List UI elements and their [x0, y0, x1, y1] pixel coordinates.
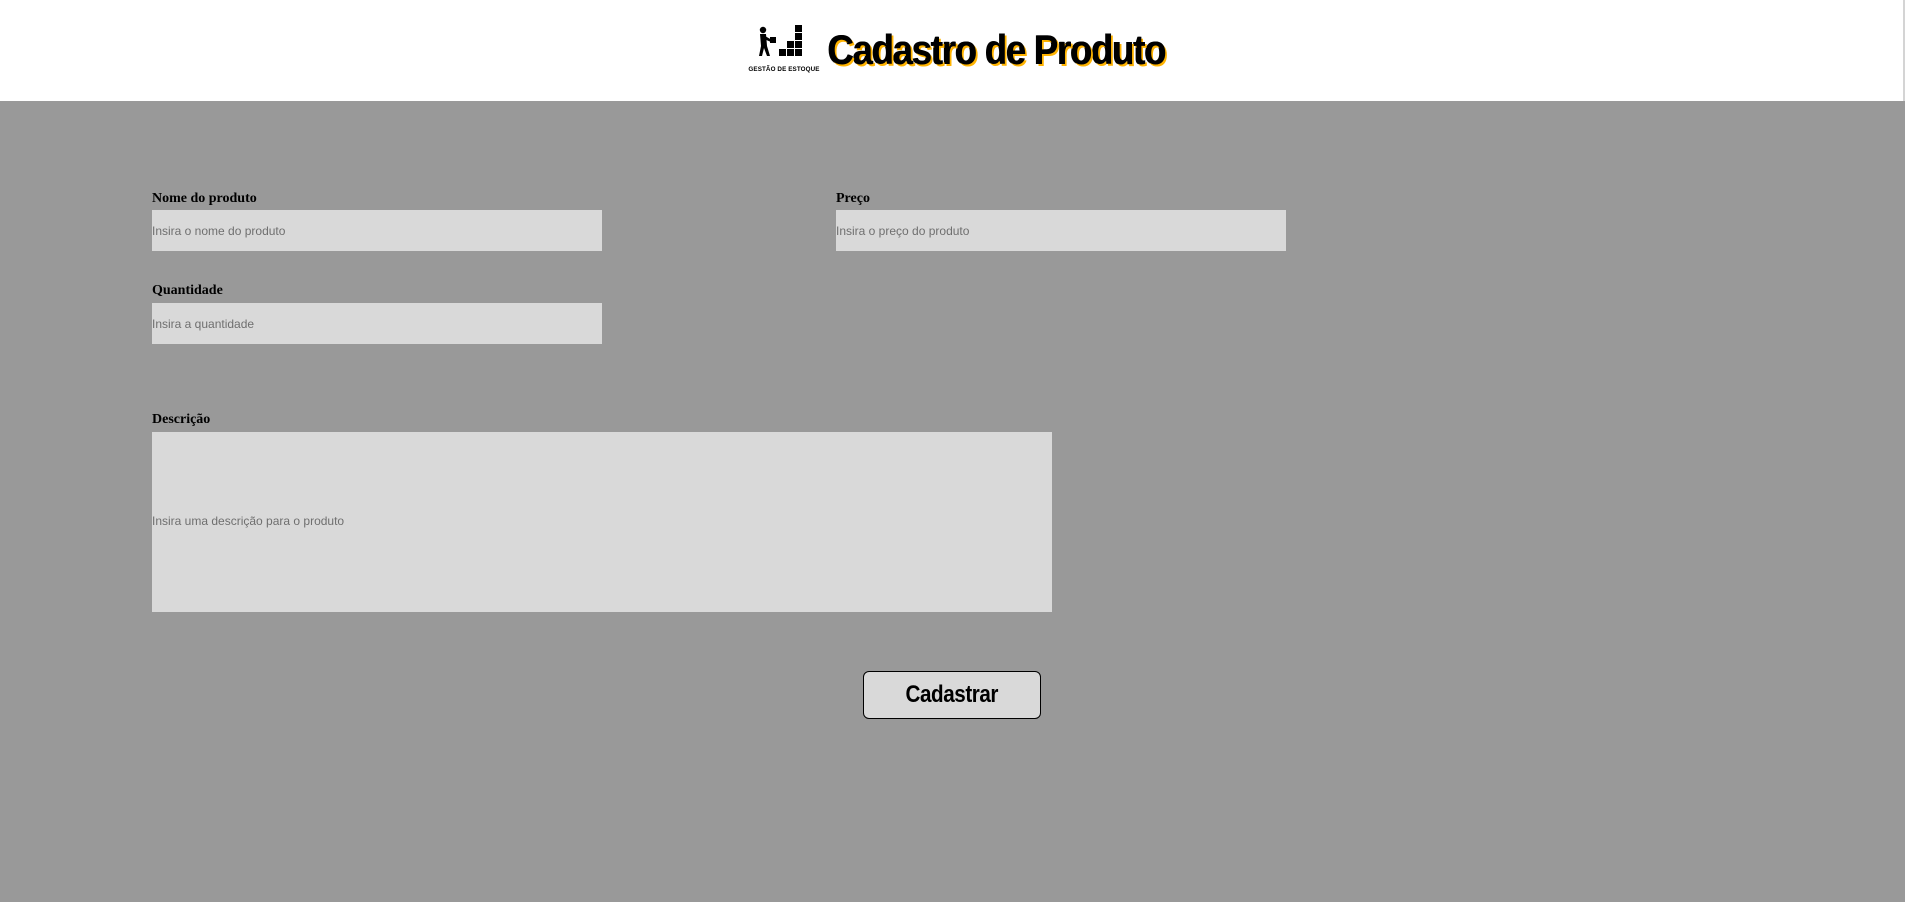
register-button-label: Cadastrar [905, 681, 999, 708]
brand-logo: GESTÃO DE ESTOQUE [748, 22, 820, 78]
product-name-label: Nome do produto [152, 191, 257, 206]
worker-stacking-boxes-icon [759, 25, 802, 56]
description-label: Descrição [152, 412, 211, 427]
description-textarea[interactable] [152, 432, 1052, 612]
quantity-input[interactable] [152, 303, 602, 344]
register-button[interactable]: Cadastrar [863, 671, 1041, 719]
quantity-label: Quantidade [152, 283, 223, 298]
product-name-input[interactable] [152, 210, 602, 251]
price-label: Preço [836, 191, 870, 206]
logo-caption: GESTÃO DE ESTOQUE [748, 66, 820, 73]
page-header: GESTÃO DE ESTOQUE Cadastro de Produto [0, 0, 1905, 101]
price-input[interactable] [836, 210, 1286, 251]
page: GESTÃO DE ESTOQUE Cadastro de Produto No… [0, 0, 1905, 902]
page-title: Cadastro de Produto [828, 26, 1167, 73]
